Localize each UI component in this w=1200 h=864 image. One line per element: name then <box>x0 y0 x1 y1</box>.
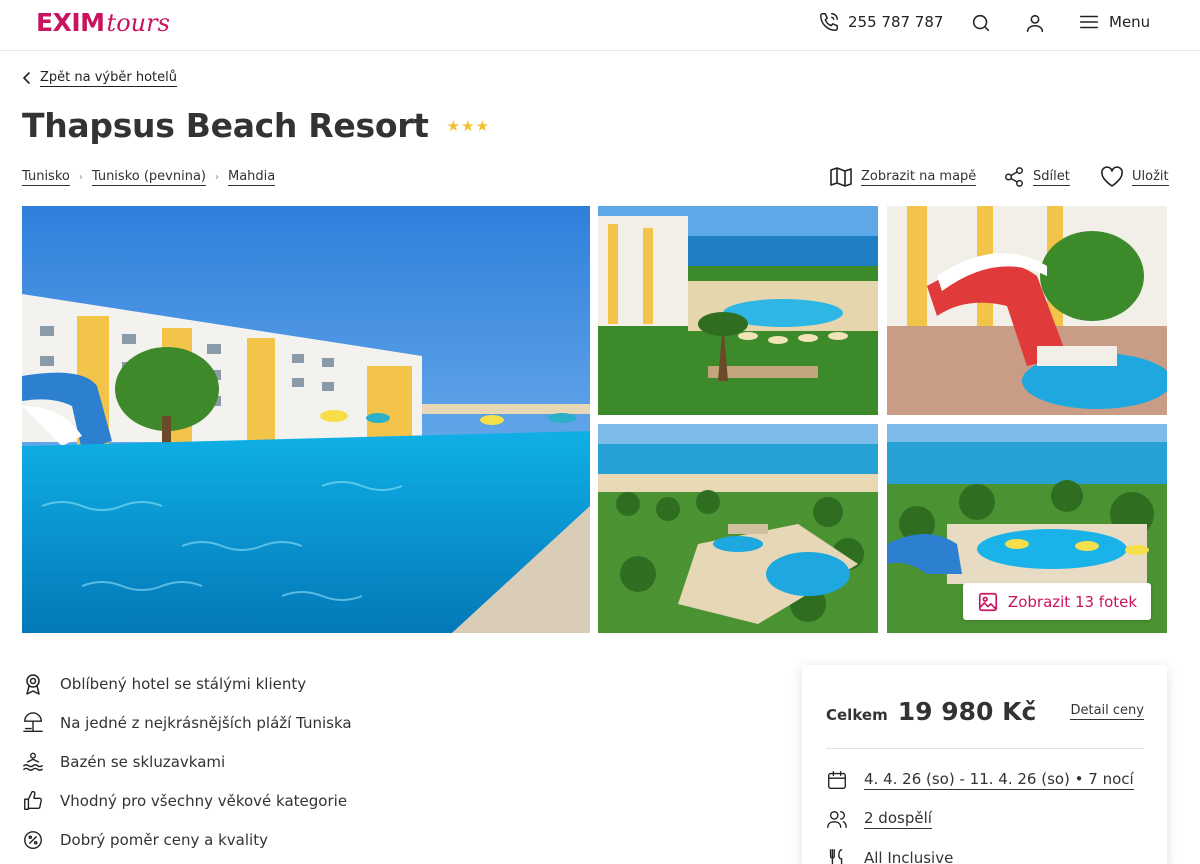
feature-item: Oblíbený hotel se stálými klienty <box>22 664 352 703</box>
hotel-name: Thapsus Beach Resort <box>22 106 429 145</box>
image-icon <box>978 592 997 611</box>
price-detail-link[interactable]: Detail ceny <box>1070 703 1144 720</box>
board-row: All Inclusive <box>826 847 953 864</box>
show-all-photos-button[interactable]: Zobrazit 13 fotek <box>963 583 1151 620</box>
chevron-right-icon: › <box>214 172 219 183</box>
map-label: Zobrazit na mapě <box>861 168 977 186</box>
award-icon <box>22 673 44 695</box>
search-icon <box>972 14 990 32</box>
divider <box>826 748 1144 749</box>
menu-button[interactable]: Menu <box>1078 11 1150 33</box>
back-to-hotels-link[interactable]: Zpět na výběr hotelů <box>22 69 177 87</box>
feature-item: Dobrý poměr ceny a kvality <box>22 820 352 859</box>
feature-item: Bazén se skluzavkami <box>22 742 352 781</box>
discount-icon <box>22 829 44 851</box>
share-button[interactable]: Sdílet <box>1003 166 1070 188</box>
star-rating: ★★★ <box>446 116 491 135</box>
save-label: Uložit <box>1132 168 1169 186</box>
board-text: All Inclusive <box>864 849 954 864</box>
show-photos-label: Zobrazit 13 fotek <box>1007 592 1138 611</box>
feature-label: Bazén se skluzavkami <box>60 752 226 771</box>
user-icon <box>1026 14 1044 33</box>
feature-label: Na jedné z nejkrásnějších pláží Tuniska <box>60 713 352 732</box>
total-value: 19 980 Kč <box>897 697 1037 726</box>
account-button[interactable] <box>1023 11 1047 35</box>
breadcrumb-city[interactable]: Mahdia <box>227 169 276 186</box>
share-label: Sdílet <box>1033 168 1070 186</box>
chevron-left-icon <box>23 72 30 84</box>
logo-sub-text: tours <box>106 9 170 37</box>
feature-label: Dobrý poměr ceny a kvality <box>60 830 268 849</box>
menu-label: Menu <box>1109 13 1151 31</box>
hamburger-icon <box>1079 15 1099 29</box>
users-icon <box>827 810 847 828</box>
breadcrumb-country[interactable]: Tunisko <box>22 169 70 186</box>
hotel-photo-2[interactable] <box>598 206 878 415</box>
travelers-row[interactable]: 2 dospělí <box>826 808 932 830</box>
search-button[interactable] <box>969 11 993 35</box>
hotel-photo-4[interactable] <box>598 424 878 633</box>
thumbs-up-icon <box>22 790 44 812</box>
dates-row[interactable]: 4. 4. 26 (so) - 11. 4. 26 (so) • 7 nocí <box>826 769 1134 791</box>
calendar-icon <box>828 771 846 789</box>
phone-link[interactable]: 255 787 787 <box>818 11 943 33</box>
map-icon <box>830 167 852 187</box>
phone-icon <box>820 13 838 31</box>
logo-main-text: EXIM <box>36 8 105 37</box>
share-icon <box>1005 167 1023 187</box>
dates-text: 4. 4. 26 (so) - 11. 4. 26 (so) • 7 nocí <box>864 770 1134 790</box>
hotel-features-list: Oblíbený hotel se stálými klienty Na jed… <box>22 664 352 859</box>
hotel-photo-3[interactable] <box>887 206 1167 415</box>
phone-number: 255 787 787 <box>848 13 944 31</box>
total-price: Celkem 19 980 Kč <box>826 697 1036 726</box>
main-hotel-photo[interactable] <box>22 206 590 633</box>
travelers-text: 2 dospělí <box>864 809 932 829</box>
exim-tours-logo[interactable]: EXIM tours <box>36 8 170 40</box>
heart-icon <box>1101 166 1123 187</box>
show-on-map-button[interactable]: Zobrazit na mapě <box>829 166 977 188</box>
utensils-icon <box>829 849 843 864</box>
feature-item: Na jedné z nejkrásnějších pláží Tuniska <box>22 703 352 742</box>
top-bar: EXIM tours 255 787 787 Menu <box>0 0 1200 51</box>
total-label: Celkem <box>826 706 888 724</box>
title-row: Thapsus Beach Resort ★★★ <box>22 106 490 145</box>
feature-label: Oblíbený hotel se stálými klienty <box>60 674 307 693</box>
chevron-right-icon: › <box>78 172 83 183</box>
save-button[interactable]: Uložit <box>1100 166 1169 188</box>
price-card: Celkem 19 980 Kč Detail ceny 4. 4. 26 (s… <box>802 665 1167 864</box>
back-link-label: Zpět na výběr hotelů <box>40 70 177 87</box>
breadcrumb: Tunisko › Tunisko (pevnina) › Mahdia <box>22 169 276 186</box>
beach-umbrella-icon <box>22 711 44 734</box>
swimmer-icon <box>22 751 44 773</box>
breadcrumb-region[interactable]: Tunisko (pevnina) <box>91 169 206 186</box>
feature-item: Vhodný pro všechny věkové kategorie <box>22 781 352 820</box>
feature-label: Vhodný pro všechny věkové kategorie <box>60 791 348 810</box>
